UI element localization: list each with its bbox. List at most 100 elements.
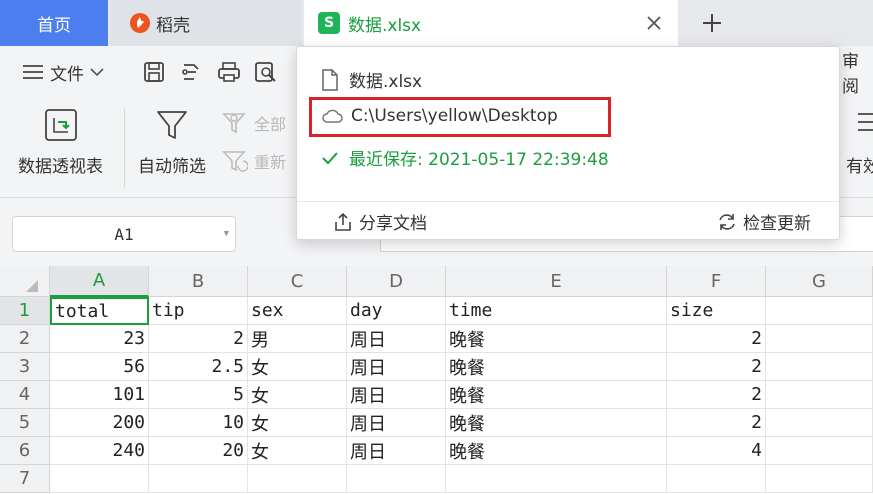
column-header-f[interactable]: F bbox=[667, 266, 766, 297]
tab-home-label: 首页 bbox=[37, 15, 71, 36]
cell-f5[interactable]: 2 bbox=[667, 409, 766, 437]
cell-c6[interactable]: 女 bbox=[248, 437, 347, 465]
cell-a2[interactable]: 23 bbox=[50, 325, 149, 353]
cell-b2[interactable]: 2 bbox=[149, 325, 248, 353]
popup-divider bbox=[297, 201, 839, 202]
cell-a5[interactable]: 200 bbox=[50, 409, 149, 437]
cell-a3[interactable]: 56 bbox=[50, 353, 149, 381]
show-all-label: 全部 bbox=[254, 115, 287, 134]
popup-file-path-label: C:\Users\yellow\Desktop bbox=[351, 106, 558, 126]
cell-b1[interactable]: tip bbox=[149, 297, 248, 325]
cell-f1[interactable]: size bbox=[667, 297, 766, 325]
cell-d6[interactable]: 周日 bbox=[347, 437, 446, 465]
share-document-button[interactable]: 分享文档 bbox=[333, 209, 427, 234]
column-header-e[interactable]: E bbox=[446, 266, 667, 297]
cell-b4[interactable]: 5 bbox=[149, 381, 248, 409]
spreadsheet-icon: S bbox=[318, 12, 340, 34]
cell-e1[interactable]: time bbox=[446, 297, 667, 325]
row-header-4[interactable]: 4 bbox=[0, 381, 50, 409]
data-validation-button[interactable]: 有效 bbox=[846, 108, 873, 177]
cell-f4[interactable]: 2 bbox=[667, 381, 766, 409]
print-button[interactable] bbox=[217, 46, 241, 98]
cell-f7[interactable] bbox=[667, 465, 766, 493]
cell-g4[interactable] bbox=[766, 381, 873, 409]
cell-g7[interactable] bbox=[766, 465, 873, 493]
cell-d1[interactable]: day bbox=[347, 297, 446, 325]
popup-file-path[interactable]: C:\Users\yellow\Desktop bbox=[321, 106, 558, 126]
cell-g3[interactable] bbox=[766, 353, 873, 381]
print-icon bbox=[218, 62, 240, 82]
reapply-filter-icon bbox=[222, 151, 248, 172]
document-icon bbox=[322, 68, 338, 91]
row-header-6[interactable]: 6 bbox=[0, 437, 50, 465]
row-header-2[interactable]: 2 bbox=[0, 325, 50, 353]
cell-c7[interactable] bbox=[248, 465, 347, 493]
cell-b7[interactable] bbox=[149, 465, 248, 493]
cell-d5[interactable]: 周日 bbox=[347, 409, 446, 437]
column-header-c[interactable]: C bbox=[248, 266, 347, 297]
show-all-button[interactable]: 全部 bbox=[222, 110, 286, 136]
row-header-7[interactable]: 7 bbox=[0, 465, 50, 493]
cell-f3[interactable]: 2 bbox=[667, 353, 766, 381]
tab-daoke[interactable]: 稻壳 bbox=[110, 0, 302, 46]
review-menu-tab[interactable]: 审阅 bbox=[842, 46, 873, 98]
cell-e7[interactable] bbox=[446, 465, 667, 493]
cell-g5[interactable] bbox=[766, 409, 873, 437]
cell-f6[interactable]: 4 bbox=[667, 437, 766, 465]
cell-d7[interactable] bbox=[347, 465, 446, 493]
cell-c4[interactable]: 女 bbox=[248, 381, 347, 409]
cell-c5[interactable]: 女 bbox=[248, 409, 347, 437]
cell-d2[interactable]: 周日 bbox=[347, 325, 446, 353]
column-header-b[interactable]: B bbox=[149, 266, 248, 297]
cell-e4[interactable]: 晚餐 bbox=[446, 381, 667, 409]
cell-d3[interactable]: 周日 bbox=[347, 353, 446, 381]
close-tab-icon[interactable] bbox=[642, 11, 666, 35]
new-tab-icon[interactable] bbox=[698, 9, 726, 37]
cell-b5[interactable]: 10 bbox=[149, 409, 248, 437]
row-header-5[interactable]: 5 bbox=[0, 409, 50, 437]
select-all-corner[interactable] bbox=[0, 266, 50, 297]
cell-a7[interactable] bbox=[50, 465, 149, 493]
row-header-1[interactable]: 1 bbox=[0, 297, 50, 325]
reapply-filter-button[interactable]: 重新 bbox=[222, 148, 286, 174]
tab-file[interactable]: S 数据.xlsx bbox=[304, 0, 678, 46]
popup-filename: 数据.xlsx bbox=[321, 67, 422, 92]
cell-b3[interactable]: 2.5 bbox=[149, 353, 248, 381]
cell-e3[interactable]: 晚餐 bbox=[446, 353, 667, 381]
cell-c3[interactable]: 女 bbox=[248, 353, 347, 381]
hamburger-icon bbox=[23, 65, 43, 79]
cell-b6[interactable]: 20 bbox=[149, 437, 248, 465]
row-header-3[interactable]: 3 bbox=[0, 353, 50, 381]
file-menu-button[interactable]: 文件 bbox=[22, 46, 104, 98]
cell-f2[interactable]: 2 bbox=[667, 325, 766, 353]
check-update-button[interactable]: 检查更新 bbox=[717, 209, 811, 234]
cell-g6[interactable] bbox=[766, 437, 873, 465]
cell-a4[interactable]: 101 bbox=[50, 381, 149, 409]
print-preview-button[interactable] bbox=[254, 46, 278, 98]
cell-e6[interactable]: 晚餐 bbox=[446, 437, 667, 465]
name-box-value: A1 bbox=[114, 224, 134, 244]
check-update-label: 检查更新 bbox=[743, 214, 811, 234]
cell-a1[interactable]: total bbox=[50, 297, 149, 325]
save-button[interactable] bbox=[143, 46, 165, 98]
name-box-dropdown-icon[interactable]: ▼ bbox=[224, 229, 229, 239]
cell-g1[interactable] bbox=[766, 297, 873, 325]
cell-e2[interactable]: 晚餐 bbox=[446, 325, 667, 353]
cell-d4[interactable]: 周日 bbox=[347, 381, 446, 409]
cell-g2[interactable] bbox=[766, 325, 873, 353]
column-header-a[interactable]: A bbox=[50, 266, 149, 297]
pivot-table-button[interactable]: 数据透视表 bbox=[18, 108, 103, 177]
cell-e5[interactable]: 晚餐 bbox=[446, 409, 667, 437]
save-icon bbox=[144, 62, 164, 82]
ribbon-divider bbox=[124, 108, 125, 188]
cell-c2[interactable]: 男 bbox=[248, 325, 347, 353]
autofilter-button[interactable]: 自动筛选 bbox=[138, 108, 206, 177]
column-header-d[interactable]: D bbox=[347, 266, 446, 297]
tab-home[interactable]: 首页 bbox=[0, 0, 108, 46]
export-button[interactable] bbox=[180, 46, 202, 98]
tab-file-label: 数据.xlsx bbox=[348, 15, 422, 36]
cell-a6[interactable]: 240 bbox=[50, 437, 149, 465]
column-header-g[interactable]: G bbox=[766, 266, 873, 297]
name-box[interactable]: A1 ▼ bbox=[12, 216, 236, 252]
cell-c1[interactable]: sex bbox=[248, 297, 347, 325]
